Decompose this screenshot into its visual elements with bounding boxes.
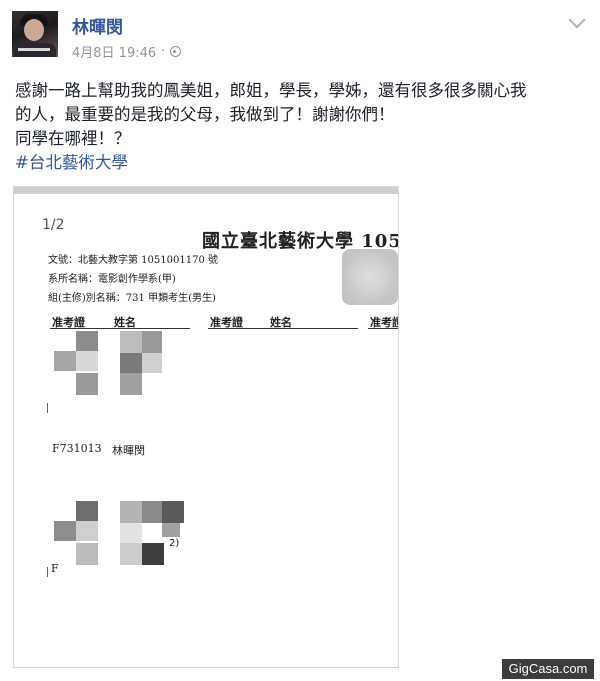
mosaic-block	[76, 373, 98, 395]
mosaic-block	[120, 353, 142, 373]
admission-list-document: 1/2 國立臺北藝術大學 105 文號：北藝大教字第 1051001170 號 …	[14, 187, 398, 667]
post-timestamp[interactable]: 4月8日 19:46	[72, 42, 156, 61]
header-rule-3	[368, 328, 398, 329]
meta-separator: ·	[161, 44, 166, 59]
mosaic-block	[120, 501, 142, 523]
mosaic-block	[54, 521, 76, 541]
margin-tick	[47, 567, 48, 577]
mosaic-block	[120, 543, 142, 565]
mosaic-block	[142, 543, 164, 565]
mosaic-block	[120, 523, 142, 543]
blurred-seal	[342, 249, 398, 305]
mosaic-block	[162, 523, 180, 537]
mosaic-block	[142, 353, 162, 373]
mosaic-block	[54, 351, 76, 371]
post-photo[interactable]: 1/2 國立臺北藝術大學 105 文號：北藝大教字第 1051001170 號 …	[13, 186, 399, 668]
author-name[interactable]: 林暉閔	[72, 13, 123, 38]
profile-avatar-icon[interactable]	[12, 11, 58, 57]
header-rule-2	[208, 328, 358, 329]
circled-number: 2)	[169, 538, 180, 549]
header-rule-1	[50, 328, 190, 329]
margin-tick	[47, 403, 48, 413]
mosaic-block	[120, 331, 142, 353]
mosaic-block	[142, 331, 162, 353]
post-text-line-1: 感謝一路上幫助我的鳳美姐，郎姐，學長，學姊，還有很多很多關心我	[15, 81, 527, 100]
site-watermark: GigCasa.com	[502, 659, 594, 679]
avatar-shirt-print	[18, 48, 50, 51]
post-text-line-2: 的人，最重要的是我的父母，我做到了！謝謝你們！	[15, 105, 395, 124]
document-number: 文號：北藝大教字第 1051001170 號	[48, 255, 218, 266]
post-text-line-3: 同學在哪裡！？	[15, 129, 131, 148]
page-number: 1/2	[42, 217, 65, 233]
student-name-cell: 林暉閔	[112, 444, 145, 457]
group-name: 組(主修)別名稱：731 甲類考生(男生)	[48, 293, 216, 304]
avatar-face	[24, 19, 44, 41]
post-meta: 4月8日 19:46 ·	[72, 42, 182, 61]
department-name: 系所名稱：電影創作學系(甲)	[48, 274, 176, 285]
chevron-down-icon[interactable]	[568, 11, 586, 29]
mosaic-block	[120, 373, 142, 395]
exam-id-cell: F731013	[52, 442, 102, 455]
mosaic-block	[76, 543, 98, 565]
mosaic-block	[76, 501, 98, 521]
mosaic-block	[142, 501, 162, 523]
post-body: 感謝一路上幫助我的鳳美姐，郎姐，學長，學姊，還有很多很多關心我 的人，最重要的是…	[15, 79, 590, 175]
mosaic-block	[76, 521, 98, 541]
globe-icon[interactable]	[170, 46, 182, 57]
mosaic-block	[76, 331, 98, 351]
hashtag-link[interactable]: #台北藝術大學	[15, 153, 128, 172]
mosaic-block	[76, 351, 98, 371]
mosaic-block	[162, 501, 184, 523]
partial-exam-id: F	[51, 562, 59, 575]
